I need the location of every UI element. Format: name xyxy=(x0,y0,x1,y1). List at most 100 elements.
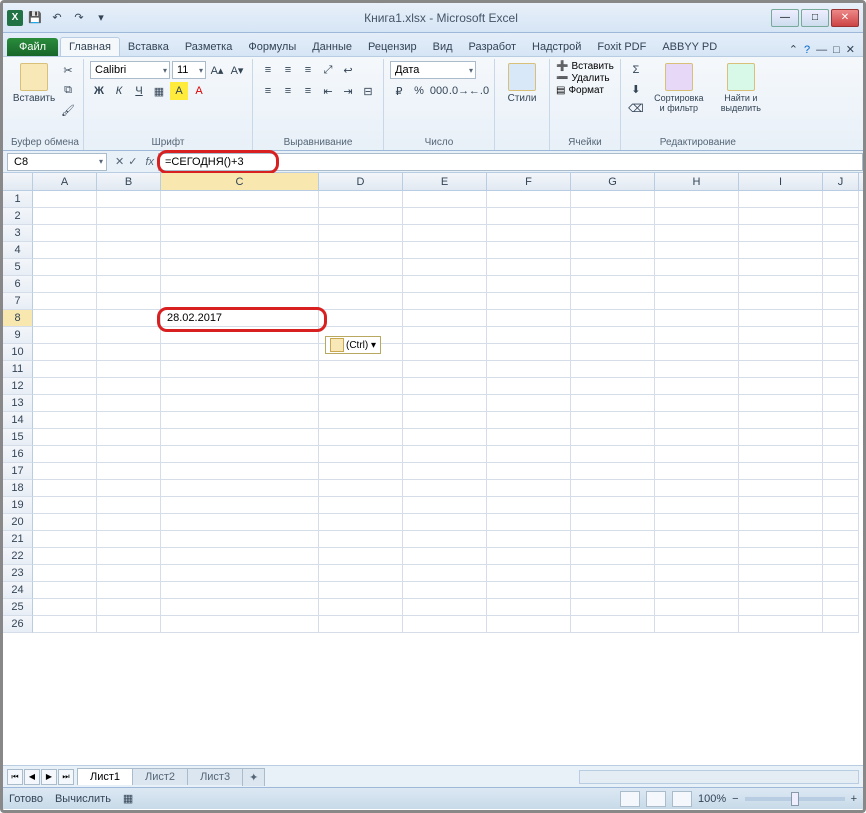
cell[interactable] xyxy=(33,242,97,259)
col-header-E[interactable]: E xyxy=(403,173,487,190)
cell[interactable] xyxy=(319,191,403,208)
fx-icon[interactable]: fx xyxy=(141,156,158,168)
cell[interactable] xyxy=(823,344,859,361)
cancel-formula-icon[interactable]: ✕ xyxy=(115,155,124,168)
cell[interactable] xyxy=(571,344,655,361)
formula-input[interactable]: =СЕГОДНЯ()+3 xyxy=(158,153,863,171)
cell[interactable] xyxy=(487,548,571,565)
cell[interactable] xyxy=(655,446,739,463)
cell[interactable] xyxy=(655,191,739,208)
cell[interactable] xyxy=(739,412,823,429)
cell[interactable] xyxy=(97,242,161,259)
cell[interactable] xyxy=(33,276,97,293)
cell[interactable] xyxy=(403,429,487,446)
cell[interactable] xyxy=(403,616,487,633)
cell[interactable] xyxy=(571,242,655,259)
font-size-combo[interactable]: 11 xyxy=(172,61,206,79)
align-left-icon[interactable]: ≡ xyxy=(259,82,277,100)
row-header[interactable]: 10 xyxy=(3,344,33,361)
cell[interactable] xyxy=(823,599,859,616)
cell[interactable] xyxy=(161,378,319,395)
align-bot-icon[interactable]: ≡ xyxy=(299,61,317,79)
format-cells-button[interactable]: ▤Формат xyxy=(556,85,614,96)
cell[interactable] xyxy=(33,395,97,412)
cell[interactable] xyxy=(403,327,487,344)
cell[interactable] xyxy=(319,565,403,582)
cell[interactable] xyxy=(97,310,161,327)
cell[interactable] xyxy=(571,276,655,293)
cell[interactable] xyxy=(823,565,859,582)
cell[interactable] xyxy=(319,412,403,429)
cell[interactable] xyxy=(655,259,739,276)
save-icon[interactable]: 💾 xyxy=(25,8,45,28)
cell[interactable] xyxy=(823,497,859,514)
cell[interactable] xyxy=(487,565,571,582)
zoom-in-button[interactable]: + xyxy=(851,793,857,805)
cell[interactable] xyxy=(403,497,487,514)
cell[interactable] xyxy=(319,531,403,548)
row-header[interactable]: 17 xyxy=(3,463,33,480)
row-header[interactable]: 18 xyxy=(3,480,33,497)
cell[interactable] xyxy=(487,293,571,310)
fill-icon[interactable]: ⬇ xyxy=(627,80,645,98)
insert-cells-button[interactable]: ➕Вставить xyxy=(556,61,614,72)
cell[interactable] xyxy=(571,293,655,310)
cell[interactable] xyxy=(319,599,403,616)
sheet-nav-prev[interactable]: ◀ xyxy=(24,769,40,785)
cell[interactable] xyxy=(33,514,97,531)
cell[interactable] xyxy=(319,582,403,599)
cell[interactable] xyxy=(161,599,319,616)
cell[interactable] xyxy=(571,191,655,208)
cell[interactable] xyxy=(655,208,739,225)
font-color-icon[interactable]: A xyxy=(190,82,208,100)
cell[interactable] xyxy=(403,548,487,565)
cell[interactable] xyxy=(97,582,161,599)
cell[interactable] xyxy=(97,412,161,429)
cell[interactable] xyxy=(33,378,97,395)
cell[interactable] xyxy=(97,565,161,582)
cell[interactable] xyxy=(97,480,161,497)
cell[interactable] xyxy=(571,378,655,395)
redo-icon[interactable]: ↷ xyxy=(69,8,89,28)
cell[interactable] xyxy=(571,616,655,633)
cell[interactable] xyxy=(403,378,487,395)
cell[interactable] xyxy=(97,378,161,395)
row-header[interactable]: 25 xyxy=(3,599,33,616)
row-header[interactable]: 9 xyxy=(3,327,33,344)
cell[interactable] xyxy=(319,446,403,463)
cell[interactable] xyxy=(319,497,403,514)
cell[interactable] xyxy=(33,208,97,225)
sheet-tab-1[interactable]: Лист1 xyxy=(77,768,133,785)
cell[interactable] xyxy=(487,310,571,327)
cell[interactable] xyxy=(823,191,859,208)
percent-icon[interactable]: % xyxy=(410,82,428,100)
cell[interactable] xyxy=(487,446,571,463)
cell[interactable] xyxy=(739,531,823,548)
cell[interactable] xyxy=(739,225,823,242)
cell[interactable] xyxy=(33,429,97,446)
cell[interactable] xyxy=(319,463,403,480)
cell[interactable] xyxy=(403,463,487,480)
row-header[interactable]: 7 xyxy=(3,293,33,310)
col-header-I[interactable]: I xyxy=(739,173,823,190)
select-all-corner[interactable] xyxy=(3,173,33,190)
new-sheet-button[interactable]: ✦ xyxy=(242,768,265,786)
cell[interactable] xyxy=(655,412,739,429)
cell[interactable] xyxy=(403,293,487,310)
cell[interactable] xyxy=(319,361,403,378)
cell[interactable] xyxy=(319,548,403,565)
cell[interactable] xyxy=(487,327,571,344)
cell[interactable] xyxy=(403,446,487,463)
indent-dec-icon[interactable]: ⇤ xyxy=(319,82,337,100)
cell[interactable] xyxy=(571,463,655,480)
cell[interactable] xyxy=(97,344,161,361)
inc-decimal-icon[interactable]: .0→ xyxy=(450,82,468,100)
cell[interactable] xyxy=(487,412,571,429)
cell[interactable] xyxy=(319,480,403,497)
cell[interactable] xyxy=(97,531,161,548)
sheet-tab-3[interactable]: Лист3 xyxy=(187,768,243,785)
shrink-font-icon[interactable]: A▾ xyxy=(228,61,246,79)
cell[interactable] xyxy=(403,361,487,378)
cell[interactable] xyxy=(739,310,823,327)
cell[interactable] xyxy=(403,225,487,242)
